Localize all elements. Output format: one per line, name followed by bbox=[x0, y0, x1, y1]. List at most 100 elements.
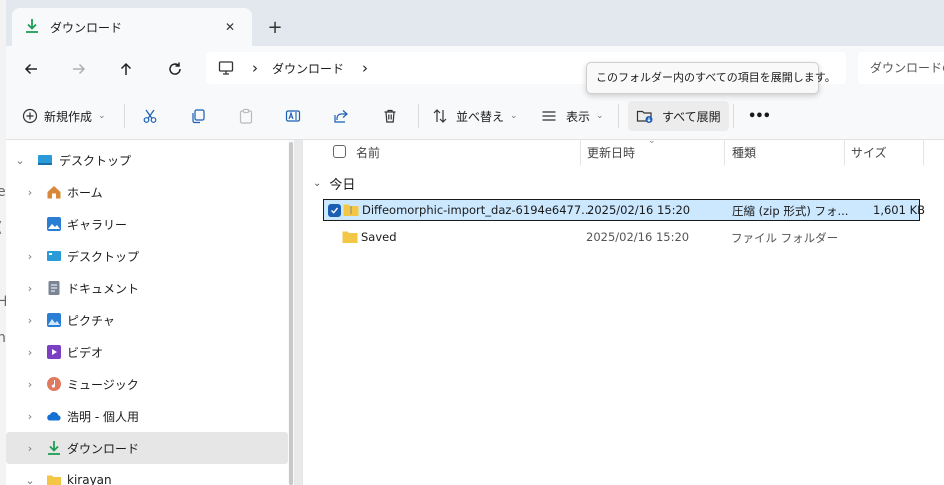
nav-item-label: デスクトップ bbox=[67, 249, 140, 264]
arrow-up-icon bbox=[120, 62, 132, 75]
close-tab-button[interactable]: ✕ bbox=[220, 17, 240, 37]
arrow-left-icon bbox=[24, 63, 37, 75]
nav-item-pictures[interactable]: › ピクチャ bbox=[6, 304, 288, 336]
group-header-today[interactable]: ⌄ 今日 bbox=[313, 174, 355, 193]
desktop-icon bbox=[46, 248, 62, 264]
tab-title: ダウンロード bbox=[50, 20, 123, 35]
onedrive-icon bbox=[46, 408, 62, 424]
chevron-right-icon[interactable]: › bbox=[24, 250, 36, 263]
column-divider[interactable] bbox=[844, 140, 845, 166]
forward-button[interactable] bbox=[65, 55, 93, 83]
column-header-row: 名前 ⌄ 更新日時 種類 サイズ bbox=[303, 136, 944, 166]
nav-item-documents[interactable]: › ドキュメント bbox=[6, 272, 288, 304]
select-all-checkbox[interactable] bbox=[333, 145, 346, 158]
nav-item-label: ミュージック bbox=[67, 377, 139, 392]
sort-icon bbox=[433, 109, 447, 123]
chevron-right-icon[interactable]: › bbox=[24, 186, 36, 199]
folder-icon bbox=[46, 472, 62, 485]
background-glyph: n bbox=[0, 330, 6, 346]
column-divider[interactable] bbox=[724, 140, 725, 166]
nav-item-home[interactable]: › ホーム bbox=[6, 176, 288, 208]
more-options-button[interactable]: ••• bbox=[748, 101, 771, 131]
chevron-down-icon[interactable]: ⌄ bbox=[24, 474, 36, 485]
chevron-down-icon: ⌄ bbox=[313, 178, 322, 189]
chevron-right-icon[interactable]: › bbox=[24, 378, 36, 391]
download-icon bbox=[46, 440, 62, 456]
zip-folder-icon bbox=[343, 203, 359, 220]
view-label: 表示 bbox=[566, 109, 591, 124]
breadcrumb-downloads[interactable]: ダウンロード bbox=[272, 60, 344, 77]
file-list: 名前 ⌄ 更新日時 種類 サイズ ⌄ 今日 Diffeomorphic-impo… bbox=[303, 136, 944, 485]
column-divider[interactable] bbox=[923, 140, 924, 166]
paste-button[interactable] bbox=[238, 101, 254, 131]
close-icon: ✕ bbox=[224, 20, 236, 34]
column-divider[interactable] bbox=[580, 140, 581, 166]
nav-item-label: ビデオ bbox=[67, 345, 104, 360]
delete-button[interactable] bbox=[382, 101, 398, 131]
extract-all-button[interactable]: すべて展開 bbox=[628, 101, 729, 131]
share-icon bbox=[334, 110, 348, 123]
file-row[interactable]: Saved 2025/02/16 15:20 ファイル フォルダー bbox=[323, 227, 920, 249]
toolbar-divider bbox=[418, 104, 419, 128]
file-name: Diffeomorphic-import_daz-6194e6477... bbox=[362, 203, 593, 217]
refresh-button[interactable] bbox=[161, 55, 189, 83]
nav-item-desktop-root[interactable]: ⌄ デスクトップ bbox=[6, 144, 288, 176]
nav-item-label: ギャラリー bbox=[67, 217, 128, 232]
breadcrumb-separator[interactable]: › bbox=[362, 59, 368, 77]
view-button[interactable]: 表示 ⌄ bbox=[541, 101, 604, 131]
rename-button[interactable] bbox=[285, 101, 301, 131]
chevron-right-icon[interactable]: › bbox=[24, 442, 36, 455]
file-date: 2025/02/16 15:20 bbox=[587, 203, 691, 217]
nav-item-downloads[interactable]: › ダウンロード bbox=[6, 432, 288, 464]
nav-item-videos[interactable]: › ビデオ bbox=[6, 336, 288, 368]
music-icon bbox=[46, 376, 62, 392]
file-date: 2025/02/16 15:20 bbox=[586, 230, 690, 244]
chevron-right-icon[interactable]: › bbox=[24, 314, 36, 327]
scrollbar-thumb[interactable] bbox=[289, 142, 293, 485]
nav-item-kirayan[interactable]: ⌄ kirayan bbox=[6, 464, 288, 485]
trash-icon bbox=[384, 109, 396, 123]
toolbar-divider bbox=[124, 104, 125, 128]
picture-icon bbox=[46, 312, 62, 328]
rename-icon bbox=[285, 110, 301, 122]
chevron-right-icon[interactable]: › bbox=[24, 282, 36, 295]
background-glyph: ( bbox=[0, 220, 2, 236]
new-button[interactable]: 新規作成 ⌄ bbox=[22, 101, 106, 131]
file-type: 圧縮 (zip 形式) フォ... bbox=[732, 204, 849, 218]
back-button[interactable] bbox=[17, 55, 45, 83]
file-row[interactable]: Diffeomorphic-import_daz-6194e6477... 20… bbox=[323, 199, 925, 221]
chevron-right-icon[interactable]: › bbox=[24, 410, 36, 423]
column-date[interactable]: 更新日時 bbox=[587, 144, 635, 161]
nav-item-desktop[interactable]: › デスクトップ bbox=[6, 240, 288, 272]
sort-button[interactable]: 並べ替え ⌄ bbox=[432, 101, 518, 131]
column-name[interactable]: 名前 bbox=[356, 144, 380, 161]
copy-button[interactable] bbox=[190, 101, 206, 131]
arrow-right-icon bbox=[73, 63, 86, 75]
chevron-right-icon[interactable]: › bbox=[24, 346, 36, 359]
search-input[interactable]: ダウンロードの検索 bbox=[858, 52, 944, 84]
tab-bar: ダウンロード ✕ + bbox=[6, 0, 944, 46]
navigation-pane: ⌄ デスクトップ › ホーム ギャラリー › デスクトップ › ドキュメント ›… bbox=[6, 140, 292, 485]
chevron-down-icon[interactable]: ⌄ bbox=[14, 154, 26, 167]
new-tab-button[interactable]: + bbox=[264, 16, 286, 38]
file-name: Saved bbox=[361, 230, 397, 244]
nav-item-label: デスクトップ bbox=[59, 153, 132, 168]
breadcrumb-separator[interactable]: › bbox=[252, 59, 258, 77]
video-icon bbox=[46, 344, 62, 360]
column-size[interactable]: サイズ bbox=[851, 144, 887, 161]
up-button[interactable] bbox=[112, 55, 140, 83]
toolbar-divider bbox=[618, 104, 619, 128]
desktop-icon bbox=[37, 152, 53, 168]
navigation-scrollbar[interactable] bbox=[288, 140, 294, 485]
cut-button[interactable] bbox=[142, 101, 158, 131]
nav-item-onedrive[interactable]: › 浩明 - 個人用 bbox=[6, 400, 288, 432]
share-button[interactable] bbox=[333, 101, 349, 131]
row-checkbox[interactable] bbox=[328, 204, 341, 217]
folder-icon bbox=[342, 230, 358, 247]
column-type[interactable]: 種類 bbox=[732, 144, 756, 161]
nav-item-gallery[interactable]: ギャラリー bbox=[6, 208, 288, 240]
nav-item-music[interactable]: › ミュージック bbox=[6, 368, 288, 400]
tab-downloads[interactable]: ダウンロード ✕ bbox=[12, 8, 252, 46]
new-label: 新規作成 bbox=[44, 109, 93, 124]
copy-icon bbox=[192, 109, 205, 124]
